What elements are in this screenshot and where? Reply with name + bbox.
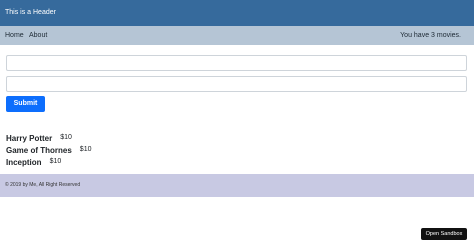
- movie-price: $10: [49, 158, 62, 165]
- movie-title-input[interactable]: [6, 55, 467, 71]
- navbar: Home About You have 3 movies.: [0, 26, 474, 45]
- list-item: Harry Potter $10: [6, 128, 91, 143]
- movie-list: Harry Potter $10 Game of Thornes $10 Incep…: [6, 128, 91, 167]
- list-item: Inception $10: [6, 152, 91, 167]
- open-sandbox-button[interactable]: Open Sandbox: [421, 228, 467, 240]
- list-item: Game of Thornes $10: [6, 140, 91, 155]
- footer: © 2019 by Me, All Right Reserved: [0, 174, 474, 197]
- page: This is a Header Home About You have 3 m…: [0, 0, 474, 248]
- submit-button[interactable]: Submit: [6, 96, 45, 112]
- movie-count: You have 3 movies.: [400, 32, 461, 39]
- movie-title: Inception: [6, 158, 42, 167]
- nav-link-home[interactable]: Home: [5, 31, 24, 41]
- footer-copyright: © 2019 by Me, All Right Reserved: [5, 182, 81, 188]
- movie-price-input[interactable]: [6, 76, 467, 92]
- header-title: This is a Header: [5, 9, 56, 16]
- header: This is a Header: [0, 0, 474, 26]
- nav-link-about[interactable]: About: [29, 31, 47, 41]
